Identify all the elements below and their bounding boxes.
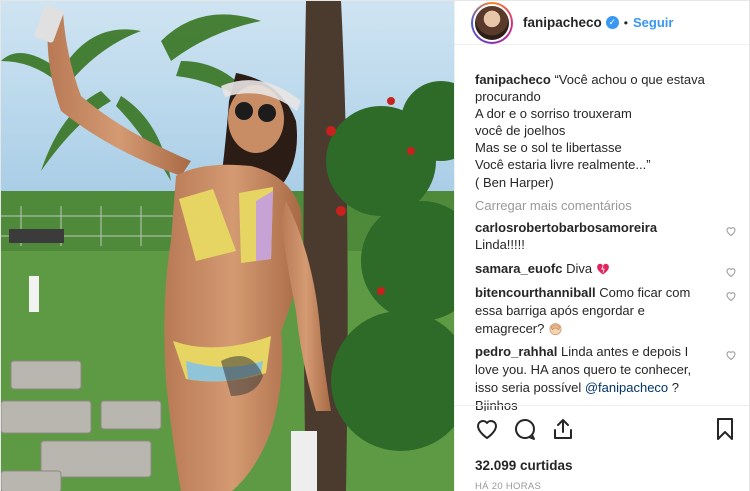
- facepalm-emoji: [549, 322, 562, 335]
- comment-item: pedro_rahhal Linda antes e depois I love…: [475, 343, 737, 411]
- small-heart-icon[interactable]: [725, 266, 737, 278]
- comment-item: samara_euofc Diva: [475, 260, 737, 278]
- post-caption: fanipacheco “Você achou o que estava pro…: [475, 71, 737, 191]
- heart-emoji: [596, 264, 609, 275]
- likes-count[interactable]: 32.099 curtidas: [475, 458, 737, 473]
- heart-outline-icon[interactable]: [475, 417, 499, 441]
- post-side-panel: fanipacheco ✓ • Seguir fanipacheco “Você…: [454, 1, 749, 491]
- comment-username[interactable]: carlosrobertobarbosamoreira: [475, 220, 657, 235]
- instagram-post: fanipacheco ✓ • Seguir fanipacheco “Você…: [0, 0, 750, 491]
- small-heart-icon[interactable]: [725, 225, 737, 237]
- verified-badge-icon: ✓: [605, 16, 619, 29]
- caption-text: “Você achou o que estava procurando A do…: [475, 72, 705, 190]
- separator-dot: •: [623, 15, 628, 30]
- comment-username[interactable]: bitencourthanniball: [475, 285, 596, 300]
- bookmark-icon[interactable]: [713, 417, 737, 441]
- share-upload-icon[interactable]: [551, 417, 575, 441]
- comments-list[interactable]: fanipacheco “Você achou o que estava pro…: [455, 63, 749, 411]
- speech-bubble-icon[interactable]: [513, 417, 537, 441]
- post-photo[interactable]: [1, 1, 454, 491]
- comment-mention-link[interactable]: @fanipacheco: [585, 380, 668, 395]
- caption-username[interactable]: fanipacheco: [475, 72, 551, 87]
- post-actions-section: 32.099 curtidas HÁ 20 HORAS: [455, 405, 749, 491]
- post-timestamp[interactable]: HÁ 20 HORAS: [475, 481, 737, 491]
- comment-username[interactable]: samara_euofc: [475, 261, 562, 276]
- photo-illustration: [1, 1, 454, 491]
- small-heart-icon[interactable]: [725, 349, 737, 361]
- comment-text: Diva: [566, 261, 593, 277]
- small-heart-icon[interactable]: [725, 290, 737, 302]
- post-header: fanipacheco ✓ • Seguir: [455, 1, 749, 45]
- comment-text: Linda!!!!!: [475, 237, 525, 253]
- avatar[interactable]: [471, 1, 513, 44]
- action-bar: [475, 416, 737, 442]
- comment-item: carlosrobertobarbosamoreira Linda!!!!!: [475, 219, 737, 255]
- follow-button[interactable]: Seguir: [633, 15, 673, 30]
- comment-item: bitencourthanniball Como ficar com essa …: [475, 284, 737, 337]
- header-username[interactable]: fanipacheco: [523, 15, 602, 30]
- comment-username[interactable]: pedro_rahhal: [475, 344, 557, 359]
- load-more-comments-button[interactable]: Carregar mais comentários: [475, 198, 737, 213]
